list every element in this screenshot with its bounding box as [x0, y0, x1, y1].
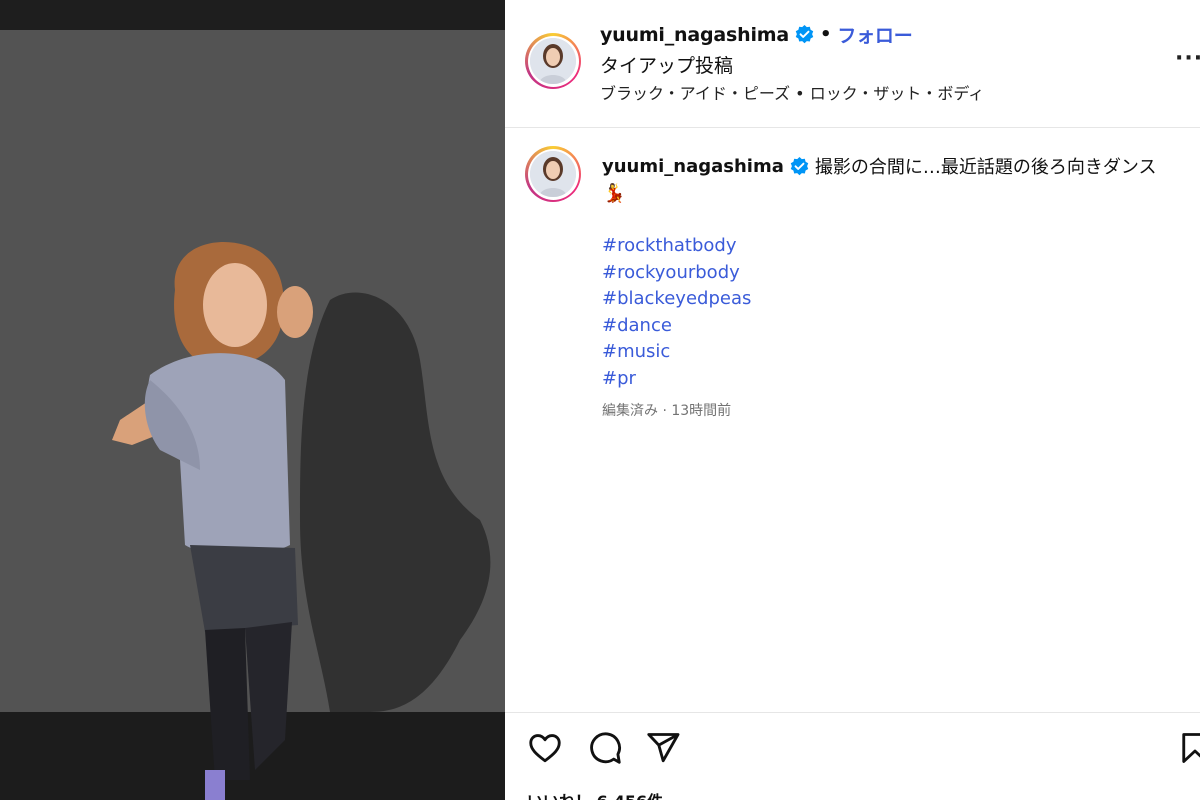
follow-button[interactable]: フォロー: [837, 21, 912, 48]
post-media[interactable]: [0, 0, 505, 800]
caption-avatar[interactable]: [525, 146, 581, 202]
author-username[interactable]: yuumi_nagashima: [600, 24, 789, 46]
more-options-icon[interactable]: ···: [1175, 46, 1200, 71]
hashtag-link[interactable]: #music: [602, 339, 751, 366]
caption-username[interactable]: yuumi_nagashima: [602, 156, 784, 177]
verified-badge-icon: [790, 156, 809, 175]
post-sidebar: yuumi_nagashima • フォロー タイアップ投稿 ブラック・アイド・…: [505, 0, 1200, 800]
post-meta: 編集済み · 13時間前: [602, 403, 732, 419]
verified-badge-icon: [795, 25, 814, 44]
hashtag-link[interactable]: #rockthatbody: [602, 233, 751, 260]
hashtag-link[interactable]: #dance: [602, 313, 751, 340]
separator-dot: •: [820, 24, 832, 45]
avatar-photo: [530, 38, 576, 84]
actions-divider: [505, 712, 1200, 713]
hashtag-link[interactable]: #blackeyedpeas: [602, 286, 751, 313]
share-icon[interactable]: [645, 730, 681, 766]
comment-icon[interactable]: [587, 730, 623, 766]
heart-icon[interactable]: [527, 730, 563, 766]
caption-text: 撮影の合間に…最近話題の後ろ向きダンス: [814, 157, 1157, 178]
action-bar: [505, 730, 1200, 774]
likes-count[interactable]: いいね！ 6,456件: [527, 788, 663, 800]
hashtag-link[interactable]: #rockyourbody: [602, 260, 751, 287]
dancer-emoji: 💃: [603, 183, 626, 204]
dancer-photo: [0, 0, 505, 800]
audio-track-link[interactable]: ブラック・アイド・ピーズ • ロック・ザット・ボディ: [600, 80, 984, 104]
caption-line: yuumi_nagashima 撮影の合間に…最近話題の後ろ向きダンス: [602, 153, 1192, 179]
author-avatar[interactable]: [525, 33, 581, 89]
avatar-photo: [530, 151, 576, 197]
hashtag-list: #rockthatbody #rockyourbody #blackeyedpe…: [602, 233, 751, 392]
bookmark-icon[interactable]: [1177, 730, 1200, 766]
post-header: yuumi_nagashima • フォロー: [600, 21, 913, 48]
hashtag-link[interactable]: #pr: [602, 366, 751, 393]
paid-partnership-label[interactable]: タイアップ投稿: [600, 51, 733, 78]
header-divider: [505, 127, 1200, 128]
